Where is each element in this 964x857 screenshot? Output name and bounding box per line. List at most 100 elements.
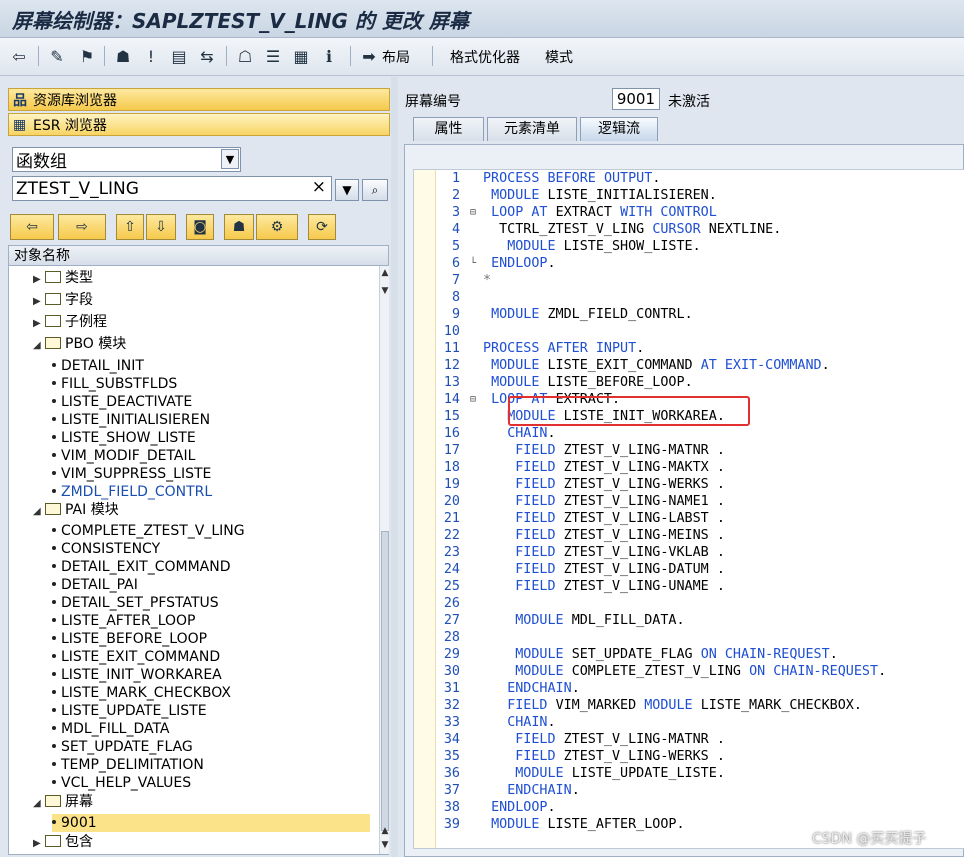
code-line[interactable]: 7 * [414, 272, 964, 289]
fold-toggle-icon[interactable]: └ [470, 255, 480, 272]
test-icon[interactable]: ▤ [168, 45, 190, 67]
code-line[interactable]: 5 MODULE LISTE_SHOW_LISTE. [414, 238, 964, 255]
hierarchy-icon[interactable]: ☗ [112, 45, 134, 67]
pai-module-item[interactable]: LISTE_BEFORE_LOOP [52, 630, 207, 648]
clear-icon[interactable]: × [312, 177, 326, 197]
settings-icon[interactable]: ⚙ [256, 214, 298, 240]
activate-icon[interactable]: ⚑ [76, 45, 98, 67]
scroll-down-icon[interactable]: ▼ [380, 286, 390, 300]
pai-module-item[interactable]: LISTE_AFTER_LOOP [52, 612, 196, 630]
pai-module-item[interactable]: TEMP_DELIMITATION [52, 756, 204, 774]
chevron-down-icon[interactable]: ▼ [221, 149, 239, 169]
code-line[interactable]: 27 MODULE MDL_FILL_DATA. [414, 612, 964, 629]
collapse-icon[interactable]: ⇩ [146, 214, 176, 240]
expand-triangle-icon[interactable]: ▶ [33, 293, 45, 311]
code-line[interactable]: 3 ⊟ LOOP AT EXTRACT WITH CONTROL [414, 204, 964, 221]
pbo-module-item[interactable]: VIM_SUPPRESS_LISTE [52, 465, 211, 483]
code-line[interactable]: 24 FIELD ZTEST_V_LING-DATUM . [414, 561, 964, 578]
code-line[interactable]: 31 ENDCHAIN. [414, 680, 964, 697]
folder-screens[interactable]: ◢ 屏幕 [33, 793, 93, 811]
code-line[interactable]: 38 ENDLOOP. [414, 799, 964, 816]
code-line[interactable]: 18 FIELD ZTEST_V_LING-MAKTX . [414, 459, 964, 476]
pai-module-item[interactable]: SET_UPDATE_FLAG [52, 738, 193, 756]
folder-pai-modules[interactable]: ◢ PAI 模块 [33, 501, 119, 519]
pbo-module-item[interactable]: VIM_MODIF_DETAIL [52, 447, 195, 465]
pai-module-item[interactable]: LISTE_UPDATE_LISTE [52, 702, 207, 720]
layout-button[interactable]: 布局 [382, 47, 410, 67]
expand-triangle-icon[interactable]: ▶ [33, 835, 45, 853]
pai-module-item[interactable]: DETAIL_SET_PFSTATUS [52, 594, 219, 612]
binoculars-icon[interactable]: ◙ [186, 214, 214, 240]
scroll-up-icon[interactable]: ▲ [380, 826, 390, 840]
back-navigation-icon[interactable]: ⇦ [10, 214, 54, 240]
forward-navigation-icon[interactable]: ⇨ [58, 214, 106, 240]
screen-item-selected[interactable]: 9001 [52, 814, 370, 832]
code-line[interactable]: 25 FIELD ZTEST_V_LING-UNAME . [414, 578, 964, 595]
folder-types[interactable]: ▶ 类型 [33, 269, 93, 287]
folder-fields[interactable]: ▶ 字段 [33, 291, 93, 309]
pbo-module-item[interactable]: ZMDL_FIELD_CONTRL [52, 483, 212, 501]
pbo-module-item[interactable]: LISTE_DEACTIVATE [52, 393, 192, 411]
layout-arrow-icon[interactable]: ➡ [358, 45, 380, 67]
collapse-triangle-icon[interactable]: ◢ [33, 503, 45, 521]
pai-module-item[interactable]: LISTE_MARK_CHECKBOX [52, 684, 231, 702]
scroll-down-icon[interactable]: ▼ [380, 840, 390, 854]
folder-pbo-modules[interactable]: ◢ PBO 模块 [33, 335, 126, 353]
panel-splitter[interactable] [391, 77, 398, 857]
code-line[interactable]: 32 FIELD VIM_MARKED MODULE LISTE_MARK_CH… [414, 697, 964, 714]
tab-element-list[interactable]: 元素清单 [487, 117, 577, 141]
code-line[interactable]: 37 ENDCHAIN. [414, 782, 964, 799]
folder-includes[interactable]: ▶ 包含 [33, 833, 93, 851]
code-line[interactable]: 22 FIELD ZTEST_V_LING-MEINS . [414, 527, 964, 544]
tab-attributes[interactable]: 属性 [413, 117, 484, 141]
pbo-module-item[interactable]: LISTE_INITIALISIEREN [52, 411, 210, 429]
pai-module-item[interactable]: LISTE_EXIT_COMMAND [52, 648, 220, 666]
scroll-up-icon[interactable]: ▲ [380, 268, 390, 282]
pbo-module-item[interactable]: DETAIL_INIT [52, 357, 144, 375]
code-line[interactable]: 13 MODULE LISTE_BEFORE_LOOP. [414, 374, 964, 391]
code-line[interactable]: 16 CHAIN. [414, 425, 964, 442]
back-arrow-icon[interactable]: ⇦ [8, 45, 30, 67]
code-line[interactable]: 20 FIELD ZTEST_V_LING-NAME1 . [414, 493, 964, 510]
pbo-module-item[interactable]: FILL_SUBSTFLDS [52, 375, 177, 393]
pbo-module-item[interactable]: LISTE_SHOW_LISTE [52, 429, 196, 447]
tab-flow-logic[interactable]: 逻辑流 [580, 117, 658, 141]
code-line[interactable]: 34 FIELD ZTEST_V_LING-MATNR . [414, 731, 964, 748]
scrollbar-thumb[interactable] [381, 531, 389, 831]
stack-icon[interactable]: ☰ [262, 45, 284, 67]
expand-triangle-icon[interactable]: ▶ [33, 315, 45, 333]
code-line[interactable]: 2 MODULE LISTE_INITIALISIEREN. [414, 187, 964, 204]
dropdown-button[interactable]: ▼ [335, 179, 359, 201]
where-used-icon[interactable]: ⇆ [196, 45, 218, 67]
tree-scrollbar[interactable]: ▲ ▼ ▲ ▼ [379, 266, 389, 854]
repository-browser-button[interactable]: 品 资源库浏览器 [8, 88, 390, 111]
code-line[interactable]: 4 TCTRL_ZTEST_V_LING CURSOR NEXTLINE. [414, 221, 964, 238]
code-line[interactable]: 30 MODULE COMPLETE_ZTEST_V_LING ON CHAIN… [414, 663, 964, 680]
code-line[interactable]: 29 MODULE SET_UPDATE_FLAG ON CHAIN-REQUE… [414, 646, 964, 663]
esr-browser-button[interactable]: ▦ ESR 浏览器 [8, 113, 390, 136]
expand-triangle-icon[interactable]: ▶ [33, 271, 45, 289]
collapse-triangle-icon[interactable]: ◢ [33, 795, 45, 813]
fold-toggle-icon[interactable]: ⊟ [470, 391, 480, 408]
code-editor[interactable]: 1 PROCESS BEFORE OUTPUT. 2 MODULE LISTE_IN… [413, 169, 964, 849]
code-line[interactable]: 1 PROCESS BEFORE OUTPUT. [414, 170, 964, 187]
pai-module-item[interactable]: DETAIL_EXIT_COMMAND [52, 558, 231, 576]
fold-toggle-icon[interactable]: ⊟ [470, 204, 480, 221]
code-line[interactable]: 6 └ ENDLOOP. [414, 255, 964, 272]
table-icon[interactable]: ▦ [290, 45, 312, 67]
expand-up-icon[interactable]: ⇧ [116, 214, 144, 240]
refresh-icon[interactable]: ⟳ [308, 214, 336, 240]
pai-module-item[interactable]: LISTE_INIT_WORKAREA [52, 666, 222, 684]
collapse-triangle-icon[interactable]: ◢ [33, 337, 45, 355]
code-line[interactable]: 21 FIELD ZTEST_V_LING-LABST . [414, 510, 964, 527]
format-optimizer-button[interactable]: 格式优化器 [450, 47, 520, 67]
pai-module-item[interactable]: COMPLETE_ZTEST_V_LING [52, 522, 245, 540]
display-glasses-icon[interactable]: ⌕ [362, 179, 388, 201]
code-line[interactable]: 11 PROCESS AFTER INPUT. [414, 340, 964, 357]
code-line[interactable]: 23 FIELD ZTEST_V_LING-VKLAB . [414, 544, 964, 561]
code-line[interactable]: 26 [414, 595, 964, 612]
object-name-input[interactable]: ZTEST_V_LING × [12, 176, 332, 201]
code-line[interactable]: 9 MODULE ZMDL_FIELD_CONTRL. [414, 306, 964, 323]
code-line[interactable]: 10 [414, 323, 964, 340]
code-line[interactable]: 28 [414, 629, 964, 646]
